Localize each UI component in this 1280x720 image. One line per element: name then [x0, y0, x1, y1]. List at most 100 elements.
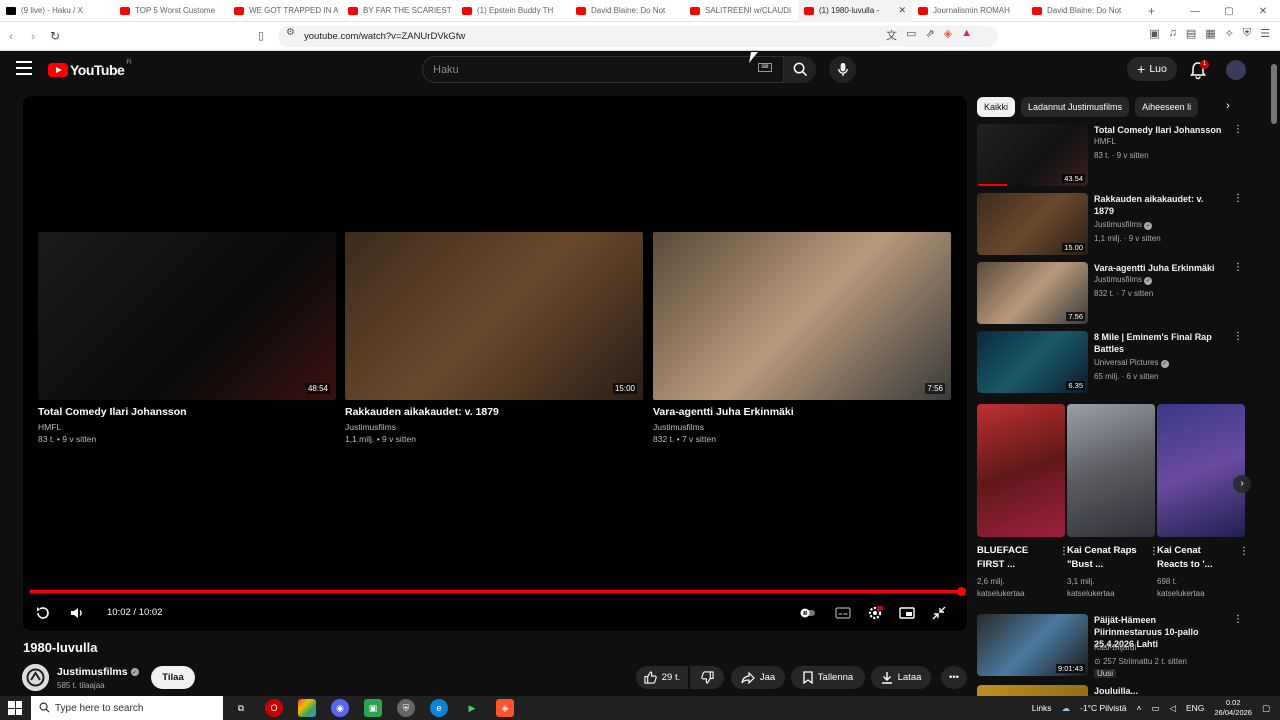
rec-channel[interactable]: Kasi-Biljardi	[1094, 643, 1136, 652]
endscreen-card[interactable]: 15:00 Rakkauden aikakaudet: v. 1879 Justim…	[345, 232, 643, 445]
endscreen-title[interactable]: Total Comedy Ilari Johansson	[38, 406, 336, 418]
short-card[interactable]: BLUEFACE FIRST ... 2,6 milj. katselukertaa…	[977, 404, 1069, 600]
vpn-icon[interactable]: ⛨	[1243, 27, 1251, 40]
dislike-button[interactable]	[690, 666, 724, 689]
cast-icon[interactable]: ▭	[906, 27, 916, 43]
rec-thumbnail[interactable]: 6.35	[977, 331, 1088, 393]
back-icon[interactable]: ‹	[0, 25, 22, 47]
subscribe-button[interactable]: Tilaa	[151, 666, 195, 689]
keyboard-icon[interactable]: ⌨	[758, 63, 772, 72]
rec-title[interactable]: Rakkauden aikakaudet: v. 1879	[1094, 193, 1224, 217]
rec-channel[interactable]: Universal Pictures ✓	[1094, 358, 1169, 368]
links-toolbar[interactable]: Links	[1032, 703, 1052, 713]
rec-thumbnail[interactable]: 7.56	[977, 262, 1088, 324]
close-tab-icon[interactable]: ✕	[898, 5, 906, 16]
scrollbar-thumb[interactable]	[1271, 64, 1277, 124]
taskbar-search-input[interactable]: Type here to search	[31, 696, 223, 720]
browser-tab[interactable]: David Blaine: Do Not	[1026, 0, 1140, 22]
browser-tab[interactable]: David Blaine: Do Not	[570, 0, 684, 22]
browser-tab[interactable]: (1) 1980-luvulla - ✕	[798, 0, 912, 22]
discord-icon[interactable]: ◉	[331, 699, 349, 717]
windows-start-icon[interactable]	[8, 701, 22, 715]
account-avatar[interactable]	[1226, 60, 1246, 80]
reader-icon[interactable]: ▣	[1149, 27, 1159, 40]
rec-title[interactable]: Jouluilla...	[1094, 685, 1224, 696]
notepad-app-icon[interactable]: ▣	[364, 699, 382, 717]
rec-more-icon[interactable]: ⋮	[1233, 331, 1243, 342]
recommended-video-5[interactable]: 9:01:43 Päijät-Hämeen Piirinmestaruus 10…	[977, 614, 1247, 678]
miniplayer-button[interactable]	[897, 603, 917, 623]
recommended-video[interactable]: 7.56 Vara-agentti Juha Erkinmäki Justimusf…	[977, 262, 1247, 326]
volume-button[interactable]	[67, 603, 87, 623]
short-more-icon[interactable]: ⋮	[1239, 546, 1249, 557]
short-title[interactable]: Kai Cenat Reacts to '...	[1157, 544, 1227, 572]
replay-button[interactable]	[33, 603, 53, 623]
media-player-icon[interactable]: ▶	[463, 699, 481, 717]
search-button[interactable]	[784, 56, 816, 83]
leo-icon[interactable]: ✧	[1225, 27, 1234, 40]
rec-more-icon[interactable]: ⋮	[1233, 614, 1243, 625]
filter-chip[interactable]: Kaikki	[977, 97, 1016, 117]
photos-app-icon[interactable]	[298, 699, 316, 717]
settings-button[interactable]	[865, 603, 885, 623]
rec-thumbnail[interactable]: 9:01:43	[977, 614, 1088, 676]
shorts-next-icon[interactable]: ›	[1233, 475, 1251, 493]
recommended-video-6[interactable]: Jouluilla...	[977, 685, 1247, 696]
short-title[interactable]: BLUEFACE FIRST ...	[977, 544, 1047, 572]
browser-tab[interactable]: Journalismin ROMAH	[912, 0, 1026, 22]
endscreen-channel[interactable]: Justimusfilms	[653, 421, 951, 433]
progress-scrubber[interactable]	[957, 587, 966, 596]
short-thumbnail[interactable]	[1067, 404, 1155, 537]
endscreen-channel[interactable]: HMFL	[38, 421, 336, 433]
new-tab-button[interactable]: +	[1148, 4, 1155, 18]
fullscreen-exit-button[interactable]	[929, 603, 949, 623]
browser-tab[interactable]: (9 live) - Haku / X	[0, 0, 114, 22]
brave-icon[interactable]: ◈	[496, 699, 514, 717]
rec-title[interactable]: 8 Mile | Eminem's Final Rap Battles	[1094, 331, 1224, 355]
close-window-icon[interactable]: ✕	[1246, 0, 1280, 22]
brave-shield-icon[interactable]: ◈	[944, 27, 952, 43]
rec-channel[interactable]: Justimusfilms ✓	[1094, 275, 1153, 285]
rec-thumbnail[interactable]	[977, 685, 1088, 696]
channel-name[interactable]: Justimusfilms ✓	[57, 666, 139, 678]
menu-hamburger-icon[interactable]	[16, 61, 32, 75]
autoplay-toggle[interactable]	[798, 603, 818, 623]
voice-search-button[interactable]	[829, 56, 856, 83]
speaker-icon[interactable]: ◁	[1169, 703, 1176, 714]
youtube-logo[interactable]: YouTube FI	[48, 60, 132, 78]
endscreen-thumbnail[interactable]: 15:00	[345, 232, 643, 400]
short-title[interactable]: Kai Cenat Raps "Bust ...	[1067, 544, 1137, 572]
forward-icon[interactable]: ›	[22, 25, 44, 47]
endscreen-card[interactable]: 7:56 Vara-agentti Juha Erkinmäki Justimusf…	[653, 232, 951, 445]
endscreen-card[interactable]: 48:54 Total Comedy Ilari Johansson HMFL 83 …	[38, 232, 336, 445]
edge-icon[interactable]: e	[430, 699, 448, 717]
maximize-icon[interactable]: ▢	[1212, 0, 1246, 22]
security-app-icon[interactable]: ⛨	[397, 699, 415, 717]
short-card[interactable]: Kai Cenat Reacts to '... 698 t. katseluker…	[1157, 404, 1249, 600]
brave-rewards-icon[interactable]: ▲	[961, 27, 972, 43]
network-icon[interactable]: ▭	[1151, 703, 1159, 714]
language-indicator[interactable]: ENG	[1186, 703, 1204, 713]
save-button[interactable]: Tallenna	[791, 666, 865, 689]
browser-tab[interactable]: (1) Epstein Buddy TH	[456, 0, 570, 22]
rec-thumbnail[interactable]: 43.54	[977, 124, 1088, 186]
channel-avatar[interactable]	[22, 664, 49, 691]
recommended-video[interactable]: 6.35 8 Mile | Eminem's Final Rap Battles U…	[977, 331, 1247, 395]
filter-chip[interactable]: Ladannut Justimusfilms	[1021, 97, 1130, 117]
filter-chip[interactable]: Aiheeseen li	[1135, 97, 1199, 117]
browser-tab[interactable]: WE GOT TRAPPED IN A	[228, 0, 342, 22]
rec-more-icon[interactable]: ⋮	[1233, 124, 1243, 135]
rec-title[interactable]: Vara-agentti Juha Erkinmäki	[1094, 262, 1224, 274]
browser-tab[interactable]: BY FAR THE SCARIEST	[342, 0, 456, 22]
like-button[interactable]: 29 t.	[636, 666, 688, 689]
short-thumbnail[interactable]	[977, 404, 1065, 537]
opera-icon[interactable]: O	[265, 699, 283, 717]
chips-next-icon[interactable]: ›	[1220, 100, 1236, 116]
endscreen-thumbnail[interactable]: 7:56	[653, 232, 951, 400]
rec-more-icon[interactable]: ⋮	[1233, 193, 1243, 204]
tray-chevron-icon[interactable]: ˄	[1136, 703, 1141, 713]
sidebar-toggle-icon[interactable]: ▤	[1186, 27, 1196, 40]
endscreen-title[interactable]: Vara-agentti Juha Erkinmäki	[653, 406, 951, 418]
rec-channel[interactable]: Justimusfilms ✓	[1094, 220, 1153, 230]
more-actions-button[interactable]: •••	[941, 666, 967, 689]
